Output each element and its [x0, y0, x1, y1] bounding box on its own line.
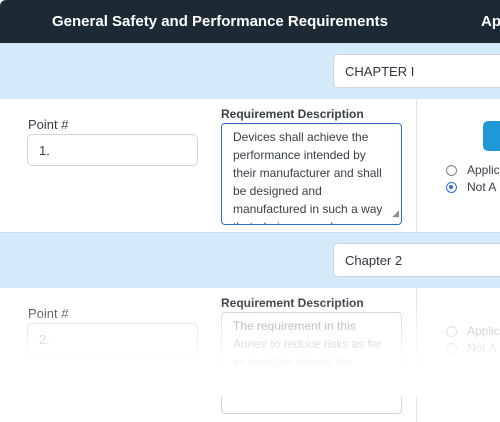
requirement-description-label: Requirement Description [221, 107, 364, 121]
radio-not-applicable[interactable]: Not A [446, 180, 496, 194]
chapter-row: CHAPTER I [0, 43, 500, 101]
point-input[interactable]: 2. [27, 323, 198, 355]
chapter-input[interactable]: CHAPTER I [333, 54, 500, 88]
radio-circle-icon [446, 326, 457, 337]
radio-applicable[interactable]: Applic [446, 163, 500, 177]
requirement-description-textarea[interactable]: The requirement in this Annex to reduce … [221, 312, 402, 414]
requirement-description-label: Requirement Description [221, 296, 364, 310]
chapter-row: Chapter 2 [0, 232, 500, 290]
radio-not-applicable[interactable]: Not A [446, 341, 496, 355]
column-header-applicability: Ap [481, 13, 500, 30]
column-header-requirements: General Safety and Performance Requireme… [52, 13, 388, 30]
resize-handle-icon[interactable]: ◢ [392, 204, 399, 222]
column-divider [416, 288, 417, 422]
radio-checked-icon [446, 182, 457, 193]
point-label: Point # [28, 306, 69, 321]
requirement-description-textarea[interactable]: Devices shall achieve the performance in… [221, 123, 402, 225]
radio-circle-icon [446, 343, 457, 354]
radio-circle-icon [446, 165, 457, 176]
requirement-description-text: Devices shall achieve the performance in… [233, 130, 383, 224]
chapter-input[interactable]: Chapter 2 [333, 243, 500, 277]
radio-applicable[interactable]: Applic [446, 324, 500, 338]
requirement-row: Point # 1. Requirement Description Devic… [0, 99, 500, 233]
radio-applicable-label: Applic [467, 324, 500, 338]
radio-not-applicable-label: Not A [467, 341, 497, 355]
requirement-description-text: The requirement in this Annex to reduce … [233, 319, 382, 387]
radio-not-applicable-label: Not A [467, 180, 497, 194]
point-input[interactable]: 1. [27, 134, 198, 166]
table-header: General Safety and Performance Requireme… [0, 0, 500, 43]
column-divider [416, 99, 417, 233]
point-label: Point # [28, 117, 69, 132]
requirement-row: Point # 2. Requirement Description The r… [0, 288, 500, 422]
radio-applicable-label: Applic [467, 163, 500, 177]
action-button[interactable] [483, 121, 500, 151]
